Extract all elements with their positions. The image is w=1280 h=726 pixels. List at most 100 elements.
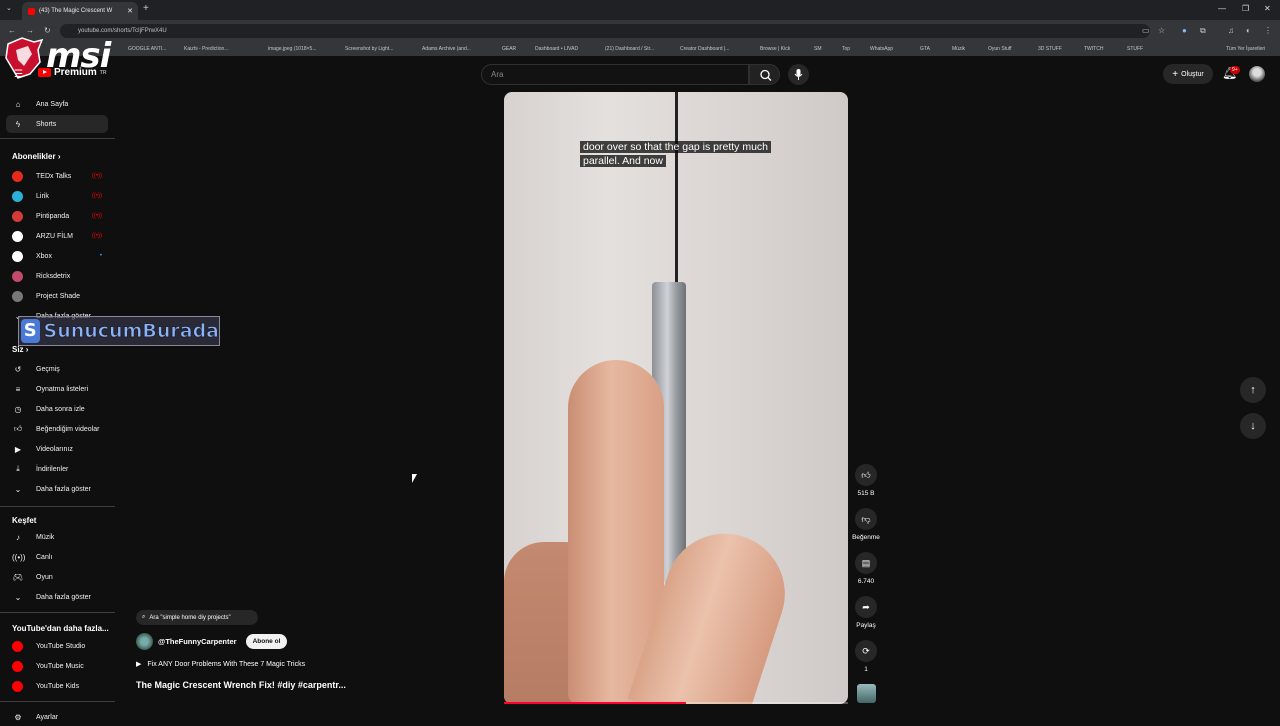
restore-icon[interactable]: ❐ — [1242, 4, 1249, 13]
browser-menu-icon[interactable]: ⋮ — [1264, 26, 1272, 35]
create-button[interactable]: + Oluştur — [1163, 64, 1213, 84]
video-title[interactable]: The Magic Crescent Wrench Fix! #diy #car… — [136, 680, 346, 690]
sidebar-item-subscription[interactable]: Pintipanda ((•)) — [6, 207, 108, 225]
account-avatar[interactable] — [1249, 66, 1265, 82]
bookmark-item[interactable]: 3D STUFF — [1038, 46, 1062, 52]
close-window-icon[interactable]: ✕ — [1264, 4, 1271, 13]
channel-name[interactable]: @TheFunnyCarpenter — [158, 637, 237, 646]
previous-short-button[interactable]: ↑ — [1240, 377, 1266, 403]
sidebar-item-your-videos[interactable]: ▶ Videolarınız — [6, 440, 108, 458]
sidebar-item-subscription[interactable]: TEDx Talks ((•)) — [6, 167, 108, 185]
reload-icon[interactable]: ↻ — [44, 26, 51, 35]
bookmark-item[interactable]: Dashboard • LIVAD — [535, 46, 578, 52]
watermark-text: SunucumBurada — [43, 320, 219, 343]
sidebar-item-subscription[interactable]: Project Shade — [6, 287, 108, 305]
bookmark-item[interactable]: Screenshot by Light... — [345, 46, 393, 52]
bookmark-item[interactable]: GTA — [920, 46, 930, 52]
sidebar-item-label: Geçmiş — [36, 365, 60, 373]
media-icon[interactable]: ♫ — [1228, 26, 1234, 35]
sound-thumbnail[interactable] — [857, 684, 876, 703]
search-placeholder: Ara — [491, 70, 504, 79]
minimize-icon[interactable]: — — [1218, 4, 1226, 13]
address-bar[interactable]: youtube.com/shorts/TcIjFPrwX4U — [60, 24, 1150, 38]
sidebar-item-music[interactable]: ♪ Müzik — [6, 528, 108, 546]
extensions-puzzle-icon[interactable]: ⧉ — [1200, 26, 1206, 36]
bookmark-item[interactable]: GEAR — [502, 46, 516, 52]
like-button[interactable]: 👍︎ 515 B — [853, 464, 879, 497]
sidebar-item-youtube-kids[interactable]: YouTube Kids — [6, 677, 108, 695]
bookmark-item[interactable]: Adams Archive (and... — [422, 46, 471, 52]
subscriptions-heading[interactable]: Abonelikler › — [12, 152, 60, 161]
related-search-chip[interactable]: ⌕ Ara "simple home diy projects" — [136, 610, 258, 625]
extension-icon[interactable]: ● — [1182, 26, 1187, 35]
sidebar-item-youtube-studio[interactable]: YouTube Studio — [6, 637, 108, 655]
bookmark-star-icon[interactable]: ☆ — [1158, 26, 1165, 35]
bookmark-item[interactable]: Kaizhi - Prediction... — [184, 46, 228, 52]
sidebar-item-live[interactable]: ((•)) Canlı — [6, 548, 108, 566]
remix-count: 1 — [864, 666, 868, 673]
browser-tab[interactable]: (43) The Magic Crescent W ✕ — [22, 2, 138, 20]
sidebar-item-subscription[interactable]: ARZU FİLM ((•)) — [6, 227, 108, 245]
bookmark-item[interactable]: Creator Dashboard |... — [680, 46, 729, 52]
sidebar-item-youtube-music[interactable]: YouTube Music — [6, 657, 108, 675]
bookmark-item[interactable]: WhatsApp — [870, 46, 893, 52]
close-tab-icon[interactable]: ✕ — [127, 7, 133, 15]
sidebar-item-label: Daha sonra izle — [36, 405, 85, 413]
new-tab-icon[interactable]: + — [143, 3, 149, 14]
sidebar-item-history[interactable]: ↺ Geçmiş — [6, 360, 108, 378]
tab-list-icon[interactable]: ⌄ — [6, 4, 12, 12]
next-short-button[interactable]: ↓ — [1240, 413, 1266, 439]
bookmark-item[interactable]: Browse | Kick — [760, 46, 790, 52]
live-indicator-icon: ((•)) — [91, 193, 102, 199]
cast-icon[interactable]: ▭ — [1142, 26, 1150, 35]
sidebar-item-shorts[interactable]: ϟ Shorts — [6, 115, 108, 133]
share-button[interactable]: ➦ Paylaş — [853, 596, 879, 629]
comments-button[interactable]: ▤ 6.740 — [853, 552, 879, 585]
bookmark-item[interactable]: image.jpeg (1018×5... — [268, 46, 317, 52]
like-count: 515 B — [857, 490, 875, 497]
youtube-premium-logo[interactable]: Premium TR — [38, 67, 106, 78]
remix-icon: ⟳ — [855, 640, 877, 662]
sidebar-item-subscription[interactable]: Lirik ((•)) — [6, 187, 108, 205]
bookmark-item[interactable]: Tüm Yer İşaretleri — [1226, 46, 1265, 52]
sidebar-item-subscription[interactable]: Ricksdetrix — [6, 267, 108, 285]
sidebar: ⌂ Ana Sayfa ϟ Shorts Abonelikler › TEDx … — [0, 90, 118, 722]
channel-avatar[interactable] — [136, 633, 153, 650]
profile-icon[interactable]: ◐ — [1246, 26, 1251, 35]
playlist-title: Fix ANY Door Problems With These 7 Magic… — [147, 660, 306, 668]
search-input[interactable]: Ara — [481, 64, 749, 85]
bookmark-item[interactable]: Top — [842, 46, 850, 52]
back-icon[interactable]: ← — [8, 26, 16, 35]
remix-button[interactable]: ⟳ 1 — [853, 640, 879, 673]
sidebar-item-downloads[interactable]: ⤓ İndirilenler — [6, 460, 108, 478]
bookmark-item[interactable]: Oyun Stuff — [988, 46, 1012, 52]
thumbs-up-icon: 👍︎ — [855, 464, 877, 486]
voice-search-button[interactable] — [788, 64, 809, 85]
forward-icon[interactable]: → — [26, 26, 34, 35]
youtube-studio-icon — [12, 640, 23, 652]
bookmark-item[interactable]: (21) Dashboard / Str... — [605, 46, 654, 52]
divider — [0, 506, 115, 507]
sidebar-item-settings[interactable]: ⚙ Ayarlar — [6, 708, 108, 726]
sidebar-item-show-more[interactable]: ⌄ Daha fazla göster — [6, 588, 108, 606]
sunucumburada-watermark: S SunucumBurada — [18, 316, 220, 346]
you-heading[interactable]: Siz › — [12, 345, 28, 354]
sidebar-item-gaming[interactable]: 🎮︎ Oyun — [6, 568, 108, 586]
playlist-link[interactable]: ▶ Fix ANY Door Problems With These 7 Mag… — [136, 660, 306, 669]
bookmark-item[interactable]: TWITCH — [1084, 46, 1103, 52]
sidebar-item-show-more[interactable]: ⌄ Daha fazla göster — [6, 480, 108, 498]
hamburger-menu-icon[interactable]: ☰ — [14, 69, 23, 80]
search-button[interactable] — [749, 64, 780, 85]
sidebar-item-subscription[interactable]: Xbox • — [6, 247, 108, 265]
subscribe-button[interactable]: Abone ol — [245, 634, 288, 649]
sidebar-item-home[interactable]: ⌂ Ana Sayfa — [6, 95, 108, 113]
bookmark-item[interactable]: Müzik — [952, 46, 965, 52]
dislike-button[interactable]: 👎︎ Beğenme — [852, 508, 880, 541]
bookmark-item[interactable]: STUFF — [1127, 46, 1143, 52]
sidebar-item-watch-later[interactable]: ◷ Daha sonra izle — [6, 400, 108, 418]
sidebar-item-playlists[interactable]: ≡ Oynatma listeleri — [6, 380, 108, 398]
sidebar-item-liked-videos[interactable]: 👍︎ Beğendiğim videolar — [6, 420, 108, 438]
sidebar-item-label: TEDx Talks — [36, 172, 72, 180]
shorts-video-player[interactable]: door over so that the gap is pretty much… — [504, 92, 848, 704]
bookmark-item[interactable]: SM — [814, 46, 822, 52]
